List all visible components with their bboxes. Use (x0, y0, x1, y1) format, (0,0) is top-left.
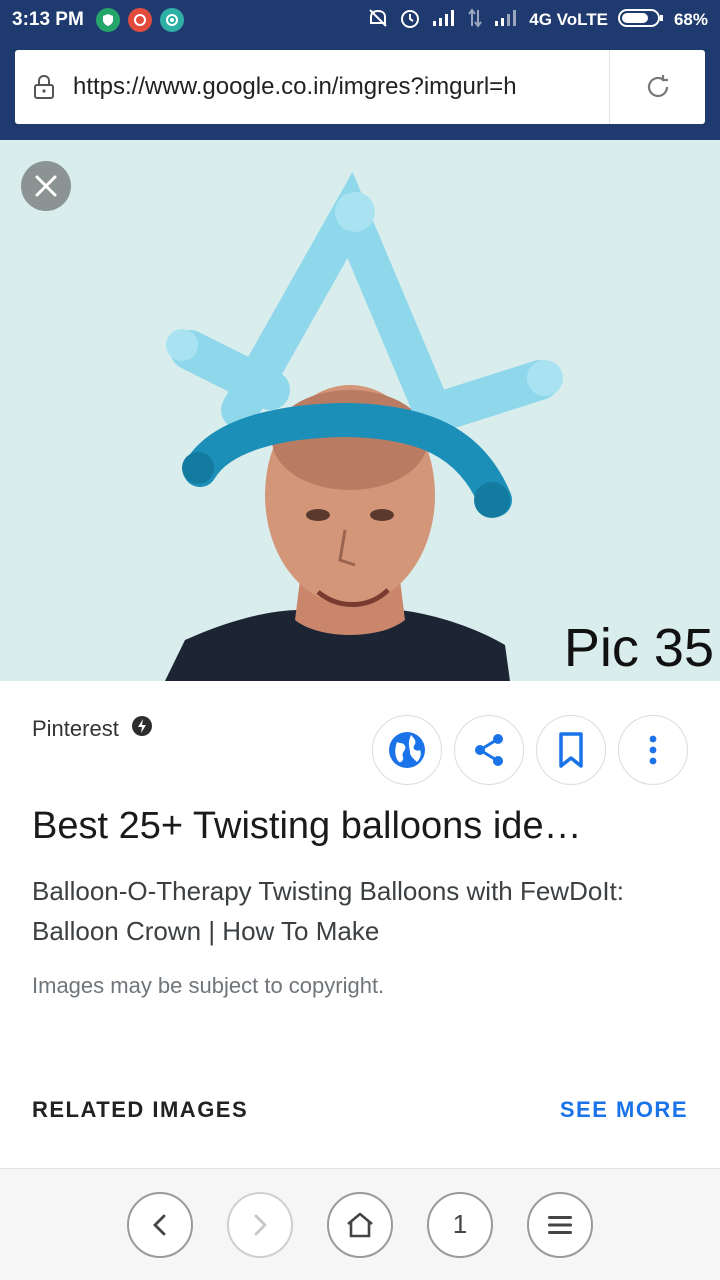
status-time: 3:13 PM (12, 9, 84, 30)
share-button[interactable] (454, 715, 524, 785)
network-type: 4G VoLTE (529, 10, 608, 29)
related-images-heading: RELATED IMAGES (32, 1097, 249, 1122)
share-icon (475, 734, 503, 766)
home-button[interactable] (327, 1191, 393, 1258)
browser-toolbar: https://www.google.co.in/imgres?imgurl=h (0, 40, 720, 140)
shield-icon (95, 8, 120, 32)
address-bar[interactable]: https://www.google.co.in/imgres?imgurl=h (15, 50, 705, 124)
forward-button[interactable] (227, 1191, 293, 1258)
lock-icon (15, 74, 73, 100)
record-icon (159, 8, 184, 32)
chevron-right-icon (254, 1214, 267, 1235)
alarm-icon (399, 7, 421, 34)
home-icon (347, 1212, 373, 1237)
bookmark-icon (559, 732, 583, 768)
result-title[interactable]: Best 25+ Twisting balloons ide… (32, 805, 582, 848)
browser-bottom-nav: 1 (0, 1168, 720, 1280)
tab-count: 1 (452, 1209, 468, 1239)
source-row: Pinterest (32, 715, 153, 742)
more-vert-icon (649, 735, 657, 765)
save-button[interactable] (536, 715, 606, 785)
close-icon (35, 175, 57, 197)
more-options-button[interactable] (618, 715, 688, 785)
copyright-notice: Images may be subject to copyright. (32, 973, 385, 998)
url-text[interactable]: https://www.google.co.in/imgres?imgurl=h (73, 73, 593, 101)
status-bar: 3:13 PM 4G VoLTE 68% (0, 0, 720, 40)
visit-website-button[interactable] (372, 715, 442, 785)
reload-icon[interactable] (610, 73, 705, 101)
result-info-panel: Pinterest Best 25+ Twisting balloons ide… (0, 681, 720, 1168)
app-notification-icon (127, 8, 152, 32)
chevron-left-icon (153, 1214, 166, 1235)
battery-icon (617, 8, 664, 33)
image-overlay-text: Pic 35 (563, 618, 714, 678)
battery-level: 68% (673, 10, 708, 29)
image-preview[interactable]: Pic 35 (0, 140, 720, 681)
see-more-link[interactable]: SEE MORE (560, 1097, 688, 1123)
signal-icon-2 (493, 9, 519, 32)
globe-icon (389, 732, 425, 768)
back-button[interactable] (127, 1191, 193, 1258)
mute-icon (367, 7, 389, 34)
action-buttons (372, 715, 688, 785)
result-description: Balloon-O-Therapy Twisting Balloons with… (32, 876, 624, 946)
signal-icon (431, 9, 457, 32)
tabs-button[interactable]: 1 (427, 1191, 493, 1258)
balloon-crown-photo (165, 171, 563, 681)
amp-lightning-icon (131, 715, 153, 742)
menu-icon (548, 1215, 572, 1234)
close-preview-button[interactable] (21, 161, 71, 211)
source-name[interactable]: Pinterest (32, 716, 119, 742)
menu-button[interactable] (527, 1191, 593, 1258)
data-transfer-icon (467, 7, 483, 33)
